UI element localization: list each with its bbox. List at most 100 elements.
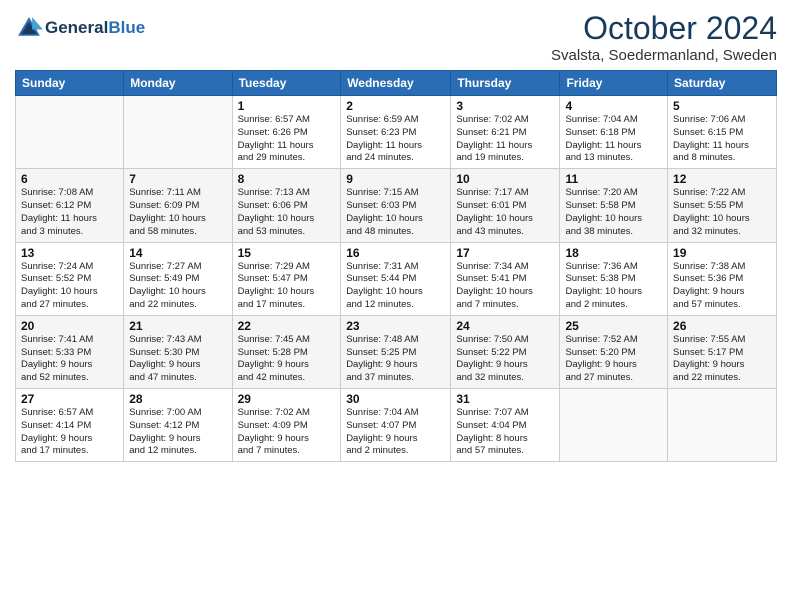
day-info: Sunrise: 7:45 AM Sunset: 5:28 PM Dayligh… <box>238 334 336 385</box>
calendar-week-row: 6Sunrise: 7:08 AM Sunset: 6:12 PM Daylig… <box>16 169 777 242</box>
day-number: 6 <box>21 172 118 186</box>
day-number: 30 <box>346 392 445 406</box>
day-number: 20 <box>21 319 118 333</box>
day-info: Sunrise: 7:04 AM Sunset: 4:07 PM Dayligh… <box>346 407 445 458</box>
day-info: Sunrise: 7:07 AM Sunset: 4:04 PM Dayligh… <box>456 407 554 458</box>
day-number: 12 <box>673 172 771 186</box>
day-info: Sunrise: 7:55 AM Sunset: 5:17 PM Dayligh… <box>673 334 771 385</box>
weekday-header: Thursday <box>451 71 560 96</box>
day-number: 5 <box>673 99 771 113</box>
day-number: 3 <box>456 99 554 113</box>
day-number: 21 <box>129 319 226 333</box>
day-number: 15 <box>238 246 336 260</box>
calendar-cell: 9Sunrise: 7:15 AM Sunset: 6:03 PM Daylig… <box>341 169 451 242</box>
calendar-week-row: 1Sunrise: 6:57 AM Sunset: 6:26 PM Daylig… <box>16 96 777 169</box>
day-info: Sunrise: 7:52 AM Sunset: 5:20 PM Dayligh… <box>565 334 662 385</box>
day-info: Sunrise: 7:15 AM Sunset: 6:03 PM Dayligh… <box>346 187 445 238</box>
day-info: Sunrise: 7:04 AM Sunset: 6:18 PM Dayligh… <box>565 114 662 165</box>
day-number: 25 <box>565 319 662 333</box>
calendar-cell: 16Sunrise: 7:31 AM Sunset: 5:44 PM Dayli… <box>341 242 451 315</box>
day-info: Sunrise: 7:11 AM Sunset: 6:09 PM Dayligh… <box>129 187 226 238</box>
day-info: Sunrise: 6:57 AM Sunset: 4:14 PM Dayligh… <box>21 407 118 458</box>
day-info: Sunrise: 7:00 AM Sunset: 4:12 PM Dayligh… <box>129 407 226 458</box>
day-number: 26 <box>673 319 771 333</box>
day-number: 2 <box>346 99 445 113</box>
calendar-cell: 13Sunrise: 7:24 AM Sunset: 5:52 PM Dayli… <box>16 242 124 315</box>
day-number: 7 <box>129 172 226 186</box>
calendar-cell: 24Sunrise: 7:50 AM Sunset: 5:22 PM Dayli… <box>451 315 560 388</box>
calendar-cell: 18Sunrise: 7:36 AM Sunset: 5:38 PM Dayli… <box>560 242 668 315</box>
day-info: Sunrise: 7:02 AM Sunset: 4:09 PM Dayligh… <box>238 407 336 458</box>
calendar-cell: 17Sunrise: 7:34 AM Sunset: 5:41 PM Dayli… <box>451 242 560 315</box>
calendar-cell: 21Sunrise: 7:43 AM Sunset: 5:30 PM Dayli… <box>124 315 232 388</box>
day-number: 22 <box>238 319 336 333</box>
calendar-cell <box>668 389 777 462</box>
calendar-cell: 14Sunrise: 7:27 AM Sunset: 5:49 PM Dayli… <box>124 242 232 315</box>
calendar-cell: 31Sunrise: 7:07 AM Sunset: 4:04 PM Dayli… <box>451 389 560 462</box>
calendar-cell: 11Sunrise: 7:20 AM Sunset: 5:58 PM Dayli… <box>560 169 668 242</box>
day-number: 23 <box>346 319 445 333</box>
day-number: 4 <box>565 99 662 113</box>
calendar-cell <box>124 96 232 169</box>
calendar-cell: 23Sunrise: 7:48 AM Sunset: 5:25 PM Dayli… <box>341 315 451 388</box>
day-number: 27 <box>21 392 118 406</box>
calendar-cell: 10Sunrise: 7:17 AM Sunset: 6:01 PM Dayli… <box>451 169 560 242</box>
day-info: Sunrise: 6:59 AM Sunset: 6:23 PM Dayligh… <box>346 114 445 165</box>
weekday-header: Wednesday <box>341 71 451 96</box>
calendar-cell: 29Sunrise: 7:02 AM Sunset: 4:09 PM Dayli… <box>232 389 341 462</box>
day-number: 11 <box>565 172 662 186</box>
weekday-header: Monday <box>124 71 232 96</box>
calendar-cell: 12Sunrise: 7:22 AM Sunset: 5:55 PM Dayli… <box>668 169 777 242</box>
day-info: Sunrise: 7:50 AM Sunset: 5:22 PM Dayligh… <box>456 334 554 385</box>
calendar-cell: 8Sunrise: 7:13 AM Sunset: 6:06 PM Daylig… <box>232 169 341 242</box>
calendar-cell: 20Sunrise: 7:41 AM Sunset: 5:33 PM Dayli… <box>16 315 124 388</box>
calendar-week-row: 20Sunrise: 7:41 AM Sunset: 5:33 PM Dayli… <box>16 315 777 388</box>
title-block: October 2024 Svalsta, Soedermanland, Swe… <box>551 10 777 64</box>
day-number: 10 <box>456 172 554 186</box>
calendar-week-row: 27Sunrise: 6:57 AM Sunset: 4:14 PM Dayli… <box>16 389 777 462</box>
calendar-cell: 26Sunrise: 7:55 AM Sunset: 5:17 PM Dayli… <box>668 315 777 388</box>
day-info: Sunrise: 7:27 AM Sunset: 5:49 PM Dayligh… <box>129 261 226 312</box>
day-number: 18 <box>565 246 662 260</box>
calendar-cell <box>560 389 668 462</box>
day-number: 24 <box>456 319 554 333</box>
weekday-header: Saturday <box>668 71 777 96</box>
calendar-table: SundayMondayTuesdayWednesdayThursdayFrid… <box>15 70 777 462</box>
calendar-cell: 30Sunrise: 7:04 AM Sunset: 4:07 PM Dayli… <box>341 389 451 462</box>
calendar-cell: 4Sunrise: 7:04 AM Sunset: 6:18 PM Daylig… <box>560 96 668 169</box>
logo-icon <box>15 14 43 42</box>
calendar-cell: 7Sunrise: 7:11 AM Sunset: 6:09 PM Daylig… <box>124 169 232 242</box>
calendar-cell: 28Sunrise: 7:00 AM Sunset: 4:12 PM Dayli… <box>124 389 232 462</box>
day-number: 31 <box>456 392 554 406</box>
location-title: Svalsta, Soedermanland, Sweden <box>551 47 777 64</box>
weekday-header: Tuesday <box>232 71 341 96</box>
logo-text: GeneralBlue <box>45 18 145 38</box>
day-number: 17 <box>456 246 554 260</box>
day-number: 8 <box>238 172 336 186</box>
day-info: Sunrise: 7:41 AM Sunset: 5:33 PM Dayligh… <box>21 334 118 385</box>
day-number: 29 <box>238 392 336 406</box>
day-info: Sunrise: 7:13 AM Sunset: 6:06 PM Dayligh… <box>238 187 336 238</box>
day-number: 1 <box>238 99 336 113</box>
calendar-cell: 2Sunrise: 6:59 AM Sunset: 6:23 PM Daylig… <box>341 96 451 169</box>
calendar-cell: 6Sunrise: 7:08 AM Sunset: 6:12 PM Daylig… <box>16 169 124 242</box>
page: GeneralBlue October 2024 Svalsta, Soeder… <box>0 0 792 612</box>
calendar-cell: 27Sunrise: 6:57 AM Sunset: 4:14 PM Dayli… <box>16 389 124 462</box>
day-number: 28 <box>129 392 226 406</box>
calendar-cell: 15Sunrise: 7:29 AM Sunset: 5:47 PM Dayli… <box>232 242 341 315</box>
day-number: 19 <box>673 246 771 260</box>
calendar-cell <box>16 96 124 169</box>
weekday-header: Friday <box>560 71 668 96</box>
header: GeneralBlue October 2024 Svalsta, Soeder… <box>15 10 777 64</box>
calendar-cell: 22Sunrise: 7:45 AM Sunset: 5:28 PM Dayli… <box>232 315 341 388</box>
calendar-cell: 5Sunrise: 7:06 AM Sunset: 6:15 PM Daylig… <box>668 96 777 169</box>
day-number: 9 <box>346 172 445 186</box>
day-info: Sunrise: 7:22 AM Sunset: 5:55 PM Dayligh… <box>673 187 771 238</box>
calendar-header-row: SundayMondayTuesdayWednesdayThursdayFrid… <box>16 71 777 96</box>
calendar-week-row: 13Sunrise: 7:24 AM Sunset: 5:52 PM Dayli… <box>16 242 777 315</box>
weekday-header: Sunday <box>16 71 124 96</box>
day-number: 13 <box>21 246 118 260</box>
day-info: Sunrise: 7:34 AM Sunset: 5:41 PM Dayligh… <box>456 261 554 312</box>
calendar-cell: 3Sunrise: 7:02 AM Sunset: 6:21 PM Daylig… <box>451 96 560 169</box>
day-info: Sunrise: 7:17 AM Sunset: 6:01 PM Dayligh… <box>456 187 554 238</box>
